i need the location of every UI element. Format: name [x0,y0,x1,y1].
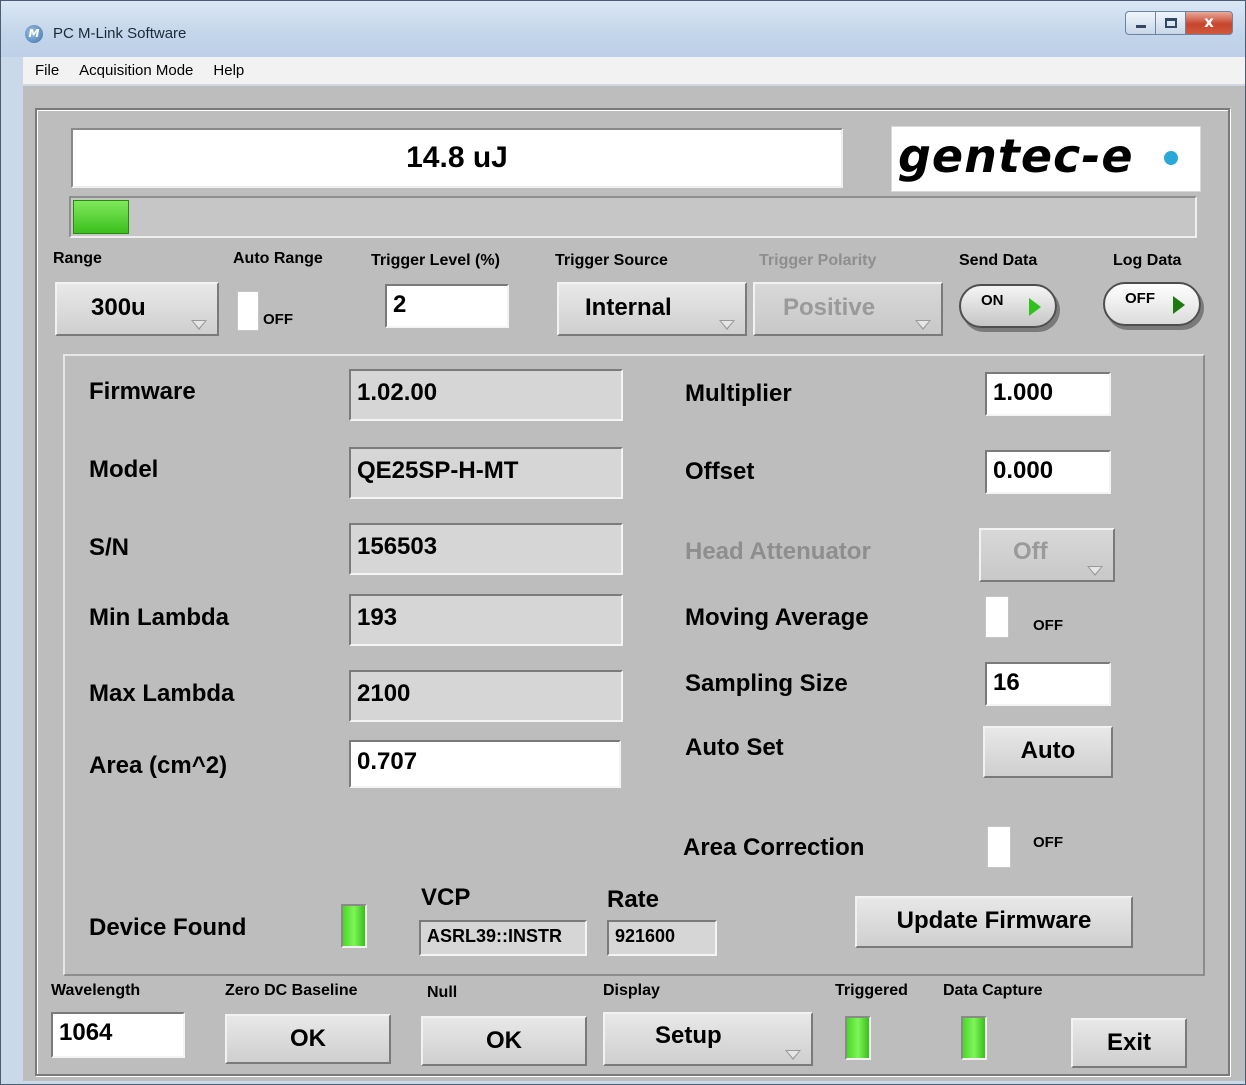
chevron-down-icon [915,320,931,330]
chevron-down-icon [785,1050,801,1060]
maximize-button[interactable] [1155,11,1185,35]
display-dropdown[interactable]: Setup [603,1012,813,1066]
max-lambda-value: 2100 [349,670,623,722]
data-capture-label: Data Capture [943,982,1043,999]
null-label: Null [427,984,458,1001]
trigger-polarity-value: Positive [783,294,876,321]
zero-dc-baseline-button[interactable]: OK [225,1014,391,1064]
logo-text: gentec-e [898,129,1134,183]
range-dropdown[interactable]: 300u [55,282,219,336]
zero-dc-baseline-label: Zero DC Baseline [225,982,358,999]
menu-acquisition-mode[interactable]: Acquisition Mode [69,62,203,79]
menu-file[interactable]: File [23,62,69,79]
main-panel: 14.8 uJ gentec-e Range 300u Auto Range O… [23,86,1245,1081]
area-label: Area (cm^2) [89,752,228,779]
area-correction-checkbox[interactable] [987,826,1011,868]
maximize-icon [1165,18,1177,28]
rate-value: 921600 [607,920,717,956]
offset-input[interactable]: 0.000 [985,450,1111,494]
play-icon [1029,298,1041,316]
log-data-toggle[interactable]: OFF [1103,282,1201,326]
trigger-polarity-dropdown[interactable]: Positive [753,282,943,336]
app-icon: M [25,25,43,43]
head-attenuator-dropdown[interactable]: Off [979,528,1115,582]
trigger-level-input[interactable]: 2 [385,284,509,328]
multiplier-input[interactable]: 1.000 [985,372,1111,416]
window-title: PC M-Link Software [53,25,187,42]
auto-range-label: Auto Range [233,250,323,267]
energy-readout: 14.8 uJ [71,128,843,188]
trigger-level-label: Trigger Level (%) [371,252,500,269]
send-data-label: Send Data [959,252,1038,269]
triggered-label: Triggered [835,982,908,999]
log-data-label: Log Data [1113,252,1182,269]
exit-button[interactable]: Exit [1071,1018,1187,1068]
auto-range-checkbox[interactable] [237,291,259,331]
auto-range-state: OFF [263,311,293,328]
moving-average-label: Moving Average [685,604,869,631]
firmware-value: 1.02.00 [349,369,623,421]
app-window: M PC M-Link Software x File Acquisition … [0,0,1246,1085]
sn-value: 156503 [349,523,623,575]
max-lambda-label: Max Lambda [89,680,235,707]
trigger-polarity-label: Trigger Polarity [759,252,877,269]
null-button[interactable]: OK [421,1016,587,1066]
vcp-value: ASRL39::INSTR [419,920,587,956]
chevron-down-icon [719,320,735,330]
moving-average-checkbox[interactable] [985,596,1009,638]
menu-help[interactable]: Help [203,62,254,79]
device-found-label: Device Found [89,914,247,941]
trigger-source-dropdown[interactable]: Internal [557,282,747,336]
sampling-size-input[interactable]: 16 [985,662,1111,706]
trigger-source-label: Trigger Source [555,252,668,269]
firmware-label: Firmware [89,378,196,405]
auto-set-label: Auto Set [685,734,784,761]
trigger-source-value: Internal [585,294,672,321]
data-capture-led [961,1016,987,1060]
gentec-logo: gentec-e [891,126,1201,192]
head-attenuator-label: Head Attenuator [685,538,871,565]
range-value: 300u [91,294,146,321]
send-data-state: ON [981,292,1004,309]
level-bargraph [69,196,1197,238]
send-data-toggle[interactable]: ON [959,284,1057,328]
rate-label: Rate [607,886,660,913]
log-data-state: OFF [1125,290,1155,307]
chevron-down-icon [1087,566,1103,576]
model-value: QE25SP-H-MT [349,447,623,499]
display-label: Display [603,982,660,999]
sn-label: S/N [89,534,130,561]
triggered-led [845,1016,871,1060]
device-found-led [341,904,367,948]
display-value: Setup [655,1022,722,1049]
title-bar[interactable]: M PC M-Link Software x [1,1,1245,57]
menu-bar: File Acquisition Mode Help [23,57,1245,85]
sampling-size-label: Sampling Size [685,670,848,697]
offset-label: Offset [685,458,755,485]
moving-average-state: OFF [1033,617,1063,634]
range-label: Range [53,250,102,267]
minimize-button[interactable] [1125,11,1155,35]
window-controls: x [1125,11,1233,35]
wavelength-label: Wavelength [51,982,141,999]
close-button[interactable]: x [1185,11,1233,35]
wavelength-input[interactable]: 1064 [51,1012,185,1058]
update-firmware-button[interactable]: Update Firmware [855,896,1133,948]
logo-dot-icon [1164,151,1178,165]
minimize-icon [1136,25,1146,28]
area-correction-label: Area Correction [683,834,865,861]
area-correction-state: OFF [1033,834,1063,851]
multiplier-label: Multiplier [685,380,792,407]
auto-set-button[interactable]: Auto [983,726,1113,778]
chevron-down-icon [191,320,207,330]
min-lambda-value: 193 [349,594,623,646]
vcp-label: VCP [421,884,471,911]
model-label: Model [89,456,159,483]
play-icon [1173,296,1185,314]
head-attenuator-value: Off [1013,538,1048,565]
level-bar-fill [73,200,129,234]
close-icon: x [1204,13,1214,31]
min-lambda-label: Min Lambda [89,604,230,631]
area-input[interactable]: 0.707 [349,740,621,788]
